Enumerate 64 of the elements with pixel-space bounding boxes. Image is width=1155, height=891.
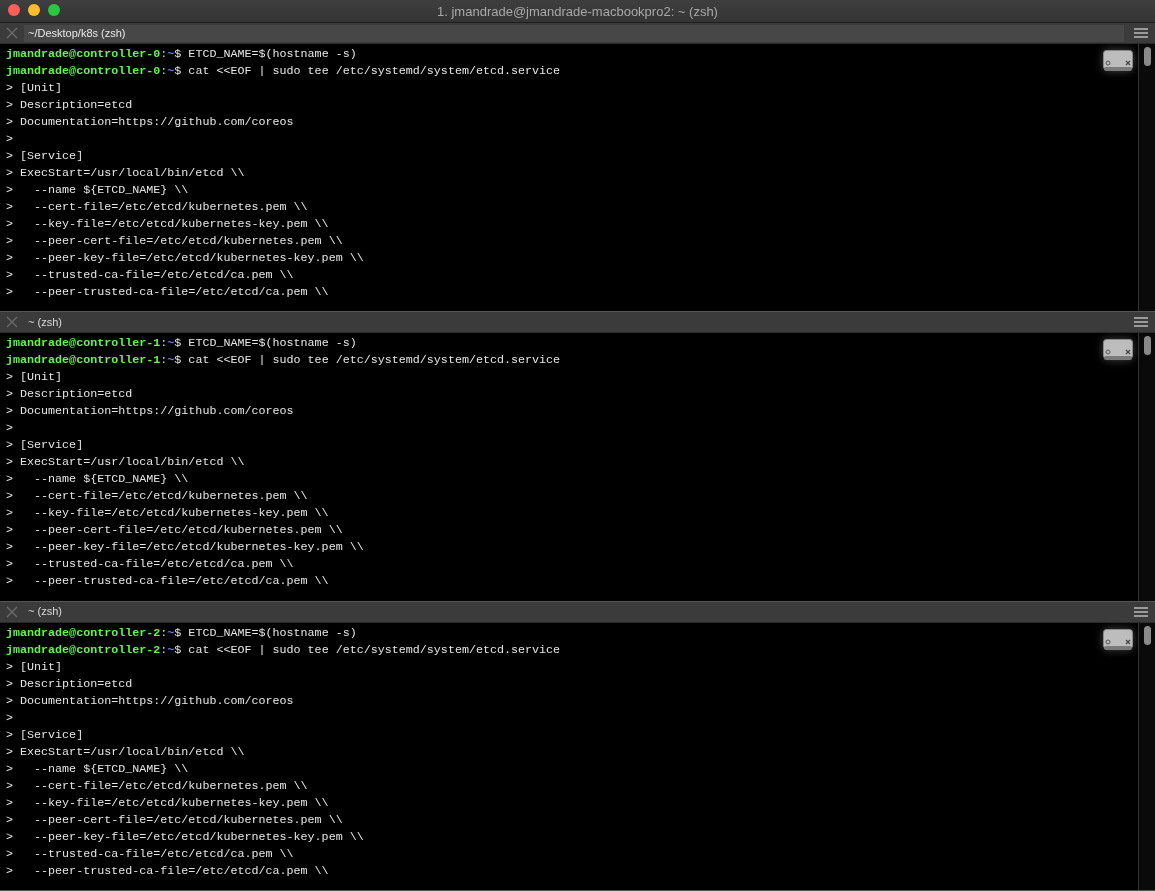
- close-button[interactable]: [8, 4, 20, 16]
- output-line: > Description=etcd: [6, 97, 134, 114]
- output-line: > Documentation=https://github.com/coreos: [6, 114, 295, 131]
- scrollbar[interactable]: [1138, 44, 1155, 312]
- scrollbar[interactable]: [1138, 622, 1155, 890]
- output-line: > --key-file=/etc/etcd/kubernetes-key.pem \\: [6, 505, 330, 523]
- prompt-line: jmandrade@controller-1:~$ cat <<EOF | sudo tee /etc/systemd/system/etcd.service: [6, 352, 562, 370]
- output-line: > --trusted-ca-file=/etc/etcd/ca.pem \\: [6, 845, 295, 863]
- output-line: > --peer-trusted-ca-file=/etc/etcd/ca.pem \\: [6, 862, 330, 880]
- output-line: > --key-file=/etc/etcd/kubernetes-key.pem \\: [6, 216, 330, 233]
- output-line: > --peer-cert-file=/etc/etcd/kubernetes.pem \\: [6, 522, 344, 540]
- output-line: > --key-file=/etc/etcd/kubernetes-key.pem \\: [6, 794, 330, 812]
- prompt-line: jmandrade@controller-2:~$ cat <<EOF | sudo tee /etc/systemd/system/etcd.service: [6, 641, 562, 659]
- scrollbar[interactable]: [1138, 333, 1155, 601]
- output-line: > Description=etcd: [6, 386, 134, 404]
- pane-tab[interactable]: ~/Desktop/k8s (zsh): [24, 24, 1124, 42]
- output-line: > Documentation=https://github.com/coreos: [6, 692, 295, 710]
- output-line: > --trusted-ca-file=/etc/etcd/ca.pem \\: [6, 267, 295, 284]
- output-line: > [Unit]: [6, 369, 64, 387]
- keyboard-icon: [1103, 628, 1133, 651]
- keyboard-icon: [1103, 50, 1133, 72]
- menu-icon[interactable]: [1134, 28, 1148, 38]
- output-line: >: [6, 709, 14, 727]
- scroll-thumb[interactable]: [1143, 625, 1151, 645]
- output-line: > --peer-trusted-ca-file=/etc/etcd/ca.pem \\: [6, 284, 330, 301]
- window-title: 1. jmandrade@jmandrade-macbookpro2: ~ (zsh): [437, 3, 718, 19]
- output-line: > Documentation=https://github.com/coreos: [6, 403, 295, 421]
- output-line: >: [6, 420, 14, 438]
- pane-tab[interactable]: ~ (zsh): [24, 313, 1128, 331]
- output-line: > ExecStart=/usr/local/bin/etcd \\: [6, 454, 246, 472]
- output-line: > --peer-cert-file=/etc/etcd/kubernetes.pem \\: [6, 811, 344, 829]
- zoom-button[interactable]: [48, 4, 60, 16]
- output-line: > ExecStart=/usr/local/bin/etcd \\: [6, 165, 246, 182]
- output-line: > --peer-key-file=/etc/etcd/kubernetes-key.pem \\: [6, 250, 365, 267]
- output-line: > [Service]: [6, 726, 85, 744]
- output-line: > --name ${ETCD_NAME} \\: [6, 182, 190, 199]
- output-line: > [Service]: [6, 148, 85, 165]
- menu-icon[interactable]: [1134, 606, 1148, 617]
- output-line: > ExecStart=/usr/local/bin/etcd \\: [6, 743, 246, 761]
- output-line: > --trusted-ca-file=/etc/etcd/ca.pem \\: [6, 556, 295, 574]
- output-line: > [Unit]: [6, 658, 64, 676]
- scroll-thumb[interactable]: [1143, 336, 1151, 356]
- prompt-line: jmandrade@controller-2:~$ ETCD_NAME=$(hostname -s): [6, 624, 358, 642]
- output-line: > [Service]: [6, 437, 85, 455]
- output-line: > --name ${ETCD_NAME} \\: [6, 471, 190, 489]
- prompt-line: jmandrade@controller-0:~$ cat <<EOF | sudo tee /etc/systemd/system/etcd.service: [6, 63, 562, 80]
- output-line: >: [6, 131, 14, 148]
- minimize-button[interactable]: [28, 4, 40, 16]
- output-line: > --peer-key-file=/etc/etcd/kubernetes-key.pem \\: [6, 828, 365, 846]
- output-line: > --cert-file=/etc/etcd/kubernetes.pem \\: [6, 777, 309, 795]
- output-line: > --peer-trusted-ca-file=/etc/etcd/ca.pem \\: [6, 573, 330, 591]
- output-line: > --peer-cert-file=/etc/etcd/kubernetes.pem \\: [6, 233, 344, 250]
- output-line: > --cert-file=/etc/etcd/kubernetes.pem \\: [6, 488, 309, 506]
- output-line: > --peer-key-file=/etc/etcd/kubernetes-key.pem \\: [6, 539, 365, 557]
- scroll-thumb[interactable]: [1143, 47, 1151, 66]
- output-line: > Description=etcd: [6, 675, 134, 693]
- output-line: > --name ${ETCD_NAME} \\: [6, 760, 190, 778]
- output-line: > --cert-file=/etc/etcd/kubernetes.pem \\: [6, 199, 309, 216]
- output-line: > [Unit]: [6, 80, 64, 97]
- prompt-line: jmandrade@controller-0:~$ ETCD_NAME=$(hostname -s): [6, 46, 358, 63]
- keyboard-icon: [1103, 339, 1133, 362]
- pane-tab[interactable]: ~ (zsh): [24, 603, 1128, 621]
- prompt-line: jmandrade@controller-1:~$ ETCD_NAME=$(hostname -s): [6, 335, 358, 353]
- menu-icon[interactable]: [1134, 317, 1148, 328]
